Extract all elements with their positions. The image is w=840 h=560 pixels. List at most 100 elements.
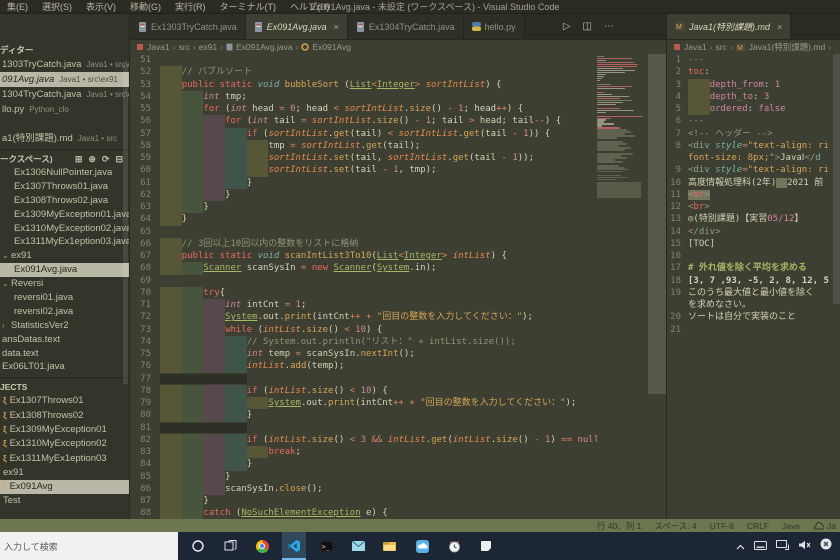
code-line[interactable]: 85 } <box>130 471 666 483</box>
code-line[interactable]: 11<br> <box>667 189 840 201</box>
code-line[interactable]: 12<br> <box>667 201 840 213</box>
project-item-Ex091Avg[interactable]: ξEx091Avg <box>0 480 129 494</box>
code-editor-markdown[interactable]: 1---2toc:3 depth_from: 14 depth_to: 35 o… <box>667 54 840 519</box>
taskbar-onedrive-button[interactable] <box>410 532 434 560</box>
run-button[interactable]: ▷ <box>563 21 571 32</box>
tab-Ex091Avg.java[interactable]: Ex091Avg.java× <box>246 14 348 39</box>
code-line[interactable]: 77 <box>130 373 666 385</box>
code-line[interactable]: 7<!-- ヘッダー --> <box>667 128 840 140</box>
open-editors-header[interactable]: ディター <box>0 44 129 57</box>
open-editor-item[interactable]: a1(特別課題).mdJava1 • src <box>0 131 129 146</box>
code-line[interactable]: 66 // 3回以上10回以内の整数をリストに格納 <box>130 238 666 250</box>
code-line[interactable]: 17# 外れ値を除く平均を求める <box>667 262 840 274</box>
tray-display-icon[interactable] <box>776 537 789 555</box>
menu-v[interactable]: 表示(V) <box>79 2 123 12</box>
code-line[interactable]: 4 depth_to: 3 <box>667 91 840 103</box>
code-line[interactable]: 3 depth_from: 1 <box>667 79 840 91</box>
code-line[interactable]: 2toc: <box>667 66 840 78</box>
taskbar-task-view-button[interactable] <box>218 532 242 560</box>
tree-file-Ex1308Throws02.java[interactable]: Ex1308Throws02.java <box>0 194 129 208</box>
menu-r[interactable]: 実行(R) <box>168 2 213 12</box>
tab-hello.py[interactable]: hello.py <box>464 14 525 39</box>
taskbar-alarm-button[interactable] <box>442 532 466 560</box>
code-line[interactable]: 76 intList.add(temp); <box>130 360 666 372</box>
tab-close-icon[interactable]: × <box>334 22 339 32</box>
code-line[interactable]: 88 catch (NoSuchElementException e) { <box>130 507 666 519</box>
workspace-section-header[interactable]: ークスペース)⊞⊕⟳⊟ <box>0 153 129 166</box>
code-line[interactable]: 60 sortIntList.set(tail - 1, tmp); <box>130 164 666 176</box>
tree-folder-StatisticsVer2[interactable]: ›StatisticsVer2 <box>0 319 129 333</box>
code-line[interactable]: 21 <box>667 324 840 336</box>
tree-file-ansDatas.text[interactable]: ansDatas.text <box>0 333 129 347</box>
project-item-Ex1311MyEx1eption03[interactable]: ξEx1311MyEx1eption03 <box>0 452 129 466</box>
project-item-Test[interactable]: Test <box>0 494 129 508</box>
tree-file-data.text[interactable]: data.text <box>0 347 129 361</box>
taskbar-vscode-button[interactable] <box>282 532 306 560</box>
code-line[interactable]: 72 System.out.print(intCnt++ + "回目の整数を入力… <box>130 311 666 323</box>
crumb-src[interactable]: src <box>716 42 727 52</box>
code-line[interactable]: 54 int tmp; <box>130 91 666 103</box>
code-line[interactable]: 67 public static void scanIntList3To10(L… <box>130 250 666 262</box>
code-line[interactable]: 74 // System.out.println("リスト：" + intLis… <box>130 336 666 348</box>
crumb-Java1[interactable]: Java1 <box>147 42 170 52</box>
menu-e[interactable]: 集(E) <box>0 2 35 12</box>
project-item-ex91[interactable]: ex91 <box>0 466 129 480</box>
code-line[interactable]: 14</div> <box>667 226 840 238</box>
more-actions-button[interactable]: ⋯ <box>604 21 614 32</box>
code-line[interactable]: 75 int temp = scanSysIn.nextInt(); <box>130 348 666 360</box>
code-line[interactable]: 83 break; <box>130 446 666 458</box>
tree-file-Ex1309MyException01.java[interactable]: Ex1309MyException01.java <box>0 208 129 222</box>
crumb-ex91[interactable]: ex91 <box>199 42 217 52</box>
open-editor-item[interactable]: 1303TryCatch.javaJava1 • src\ex... <box>0 57 129 72</box>
code-line[interactable]: 18[3, 7 ,93, -5, 2, 8, 12, 5 <box>667 275 840 287</box>
editor-scrollbar[interactable] <box>648 54 666 394</box>
open-editor-item[interactable]: 091Avg.javaJava1 • src\ex91 <box>0 72 129 87</box>
menu-s[interactable]: 選択(S) <box>35 2 79 12</box>
tray-volume-muted-icon[interactable] <box>798 537 811 555</box>
taskbar-terminal-button[interactable]: >_ <box>314 532 338 560</box>
code-editor-java[interactable]: 5152 // バブルソート53 public static void bubb… <box>130 54 666 519</box>
tab-Java1(特別課題).md[interactable]: MJava1(特別課題).md× <box>667 14 791 39</box>
crumb-Ex091Avg.java[interactable]: Ex091Avg.java <box>236 42 293 52</box>
code-line[interactable]: 78 if (intList.size() < 10) { <box>130 385 666 397</box>
indentation[interactable]: スペース: 4 <box>654 520 696 532</box>
code-line[interactable]: 1--- <box>667 54 840 66</box>
cursor-position[interactable]: 行 40、列 1 <box>597 520 641 532</box>
open-editor-item[interactable]: 1304TryCatch.javaJava1 • src\ex... <box>0 87 129 102</box>
code-line[interactable]: 70 try{ <box>130 287 666 299</box>
code-line[interactable]: 69 <box>130 275 666 287</box>
tree-file-Ex1306NullPointer.java[interactable]: Ex1306NullPointer.java <box>0 166 129 180</box>
code-line[interactable]: 68 Scanner scanSysIn = new Scanner(Syste… <box>130 262 666 274</box>
taskbar-mail-button[interactable] <box>346 532 370 560</box>
java-projects-header[interactable]: JECTS <box>0 381 129 394</box>
tree-file-reversi01.java[interactable]: reversi01.java <box>0 291 129 305</box>
code-line[interactable]: 13◎(特別課題)【実習05/12】 <box>667 213 840 225</box>
code-line[interactable]: 87 } <box>130 495 666 507</box>
tab-close-icon[interactable]: × <box>777 22 782 32</box>
tree-folder-ex91[interactable]: ⌄ex91 <box>0 249 129 263</box>
tree-file-Ex1311MyEx1eption03.java[interactable]: Ex1311MyEx1eption03.java <box>0 235 129 249</box>
code-line[interactable]: 65 <box>130 226 666 238</box>
code-line[interactable]: 61 } <box>130 177 666 189</box>
code-line[interactable]: 79 System.out.print(intCnt++ + "回目の整数を入力… <box>130 397 666 409</box>
code-line[interactable]: 86 scanSysIn.close(); <box>130 483 666 495</box>
code-line[interactable]: 5 ordered: false <box>667 103 840 115</box>
project-item-Ex1310MyException02[interactable]: ξEx1310MyException02 <box>0 437 129 451</box>
taskbar-search-input[interactable]: 入力して検索 <box>0 532 178 560</box>
code-line[interactable]: 62 } <box>130 189 666 201</box>
code-line[interactable]: 80 } <box>130 409 666 421</box>
code-line[interactable]: font-size: 8px;">JavaⅠ</d <box>667 152 840 164</box>
project-item-Ex1307Throws01[interactable]: ξEx1307Throws01 <box>0 394 129 408</box>
editor-scrollbar-2[interactable] <box>833 54 840 304</box>
code-line[interactable]: 73 while (intList.size() < 10) { <box>130 324 666 336</box>
code-line[interactable]: 52 // バブルソート <box>130 66 666 78</box>
code-line[interactable]: 82 if (intList.size() < 3 && intList.get… <box>130 434 666 446</box>
breadcrumb-2[interactable]: Java1›src›MJava1(特別課題).md› <box>667 40 840 54</box>
project-item-Ex1308Throws02[interactable]: ξEx1308Throws02 <box>0 409 129 423</box>
code-line[interactable]: 81 <box>130 422 666 434</box>
encoding[interactable]: UTF-8 <box>710 521 734 531</box>
crumb-Java1(特別課題).md[interactable]: Java1(特別課題).md <box>749 41 826 53</box>
menu-t[interactable]: ターミナル(T) <box>213 2 284 12</box>
code-line[interactable]: 53 public static void bubbleSort (List<I… <box>130 79 666 91</box>
crumb-src[interactable]: src <box>179 42 190 52</box>
